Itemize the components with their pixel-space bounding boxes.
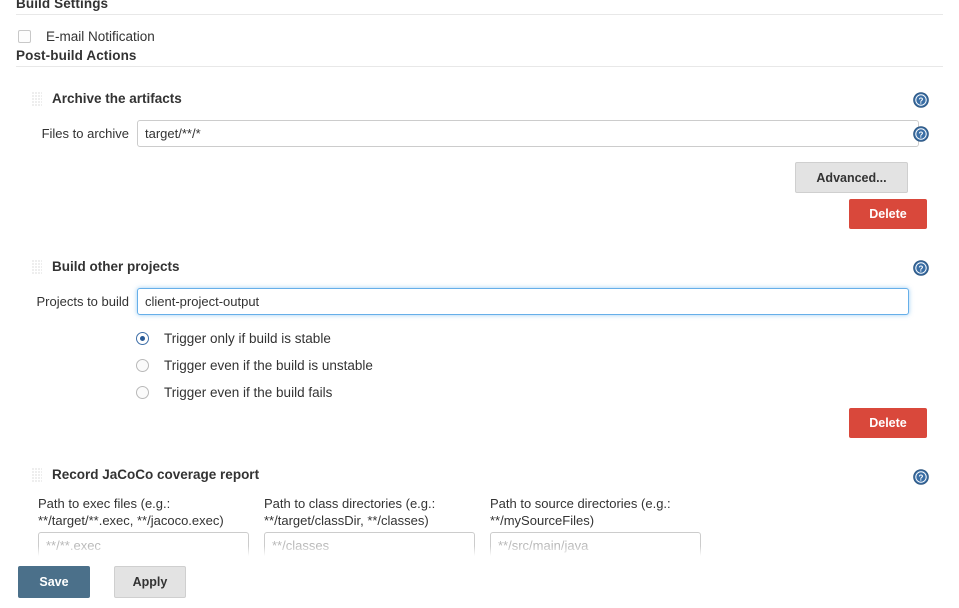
save-button[interactable]: Save	[18, 566, 90, 598]
radio-label-trigger-stable: Trigger only if build is stable	[164, 331, 331, 346]
post-build-actions-divider	[16, 66, 943, 67]
email-notification-checkbox[interactable]	[18, 30, 31, 43]
radio-row-trigger-stable[interactable]: Trigger only if build is stable	[136, 325, 373, 352]
radio-row-trigger-fails[interactable]: Trigger even if the build fails	[136, 379, 373, 406]
jacoco-source-dir-label: Path to source directories (e.g.: **/myS…	[490, 495, 716, 529]
post-build-actions-heading: Post-build Actions	[0, 48, 137, 68]
delete-button-archive-artifacts[interactable]: Delete	[849, 199, 927, 229]
apply-button[interactable]: Apply	[114, 566, 186, 598]
advanced-button[interactable]: Advanced...	[795, 162, 908, 193]
jacoco-header: Record JaCoCo coverage report	[16, 467, 259, 482]
projects-to-build-input[interactable]	[137, 288, 909, 315]
drag-handle-icon[interactable]	[32, 92, 42, 106]
build-settings-divider	[16, 14, 943, 15]
archive-artifacts-header: Archive the artifacts	[16, 91, 182, 106]
drag-handle-icon[interactable]	[32, 468, 42, 482]
trigger-condition-radio-group: Trigger only if build is stable Trigger …	[136, 325, 373, 406]
radio-label-trigger-unstable: Trigger even if the build is unstable	[164, 358, 373, 373]
radio-trigger-unstable[interactable]	[136, 359, 149, 372]
projects-to-build-row: Projects to build	[0, 288, 909, 315]
files-to-archive-label: Files to archive	[0, 126, 137, 141]
projects-to-build-label: Projects to build	[0, 294, 137, 309]
help-icon[interactable]: ?	[913, 92, 929, 108]
radio-trigger-fails[interactable]	[136, 386, 149, 399]
svg-text:?: ?	[919, 96, 924, 105]
radio-label-trigger-fails: Trigger even if the build fails	[164, 385, 332, 400]
files-to-archive-row: Files to archive	[0, 120, 919, 147]
email-notification-label: E-mail Notification	[46, 29, 155, 44]
help-icon[interactable]: ?	[913, 260, 929, 276]
svg-text:?: ?	[919, 130, 924, 139]
files-to-archive-input[interactable]	[137, 120, 919, 147]
archive-artifacts-title: Archive the artifacts	[52, 91, 182, 106]
svg-text:?: ?	[919, 473, 924, 482]
svg-text:?: ?	[919, 264, 924, 273]
jacoco-exec-label: Path to exec files (e.g.: **/target/**.e…	[38, 495, 264, 529]
drag-handle-icon[interactable]	[32, 260, 42, 274]
radio-trigger-stable[interactable]	[136, 332, 149, 345]
help-icon[interactable]: ?	[913, 126, 929, 142]
help-icon[interactable]: ?	[913, 469, 929, 485]
jacoco-title: Record JaCoCo coverage report	[52, 467, 259, 482]
radio-row-trigger-unstable[interactable]: Trigger even if the build is unstable	[136, 352, 373, 379]
form-footer-bar: Save Apply	[0, 556, 959, 608]
job-config-page: Build Settings E-mail Notification Post-…	[0, 0, 959, 608]
jacoco-class-dir-label: Path to class directories (e.g.: **/targ…	[264, 495, 490, 529]
delete-button-build-other-projects[interactable]: Delete	[849, 408, 927, 438]
bottom-fade	[0, 546, 959, 556]
build-other-projects-header: Build other projects	[16, 259, 180, 274]
build-other-projects-title: Build other projects	[52, 259, 180, 274]
